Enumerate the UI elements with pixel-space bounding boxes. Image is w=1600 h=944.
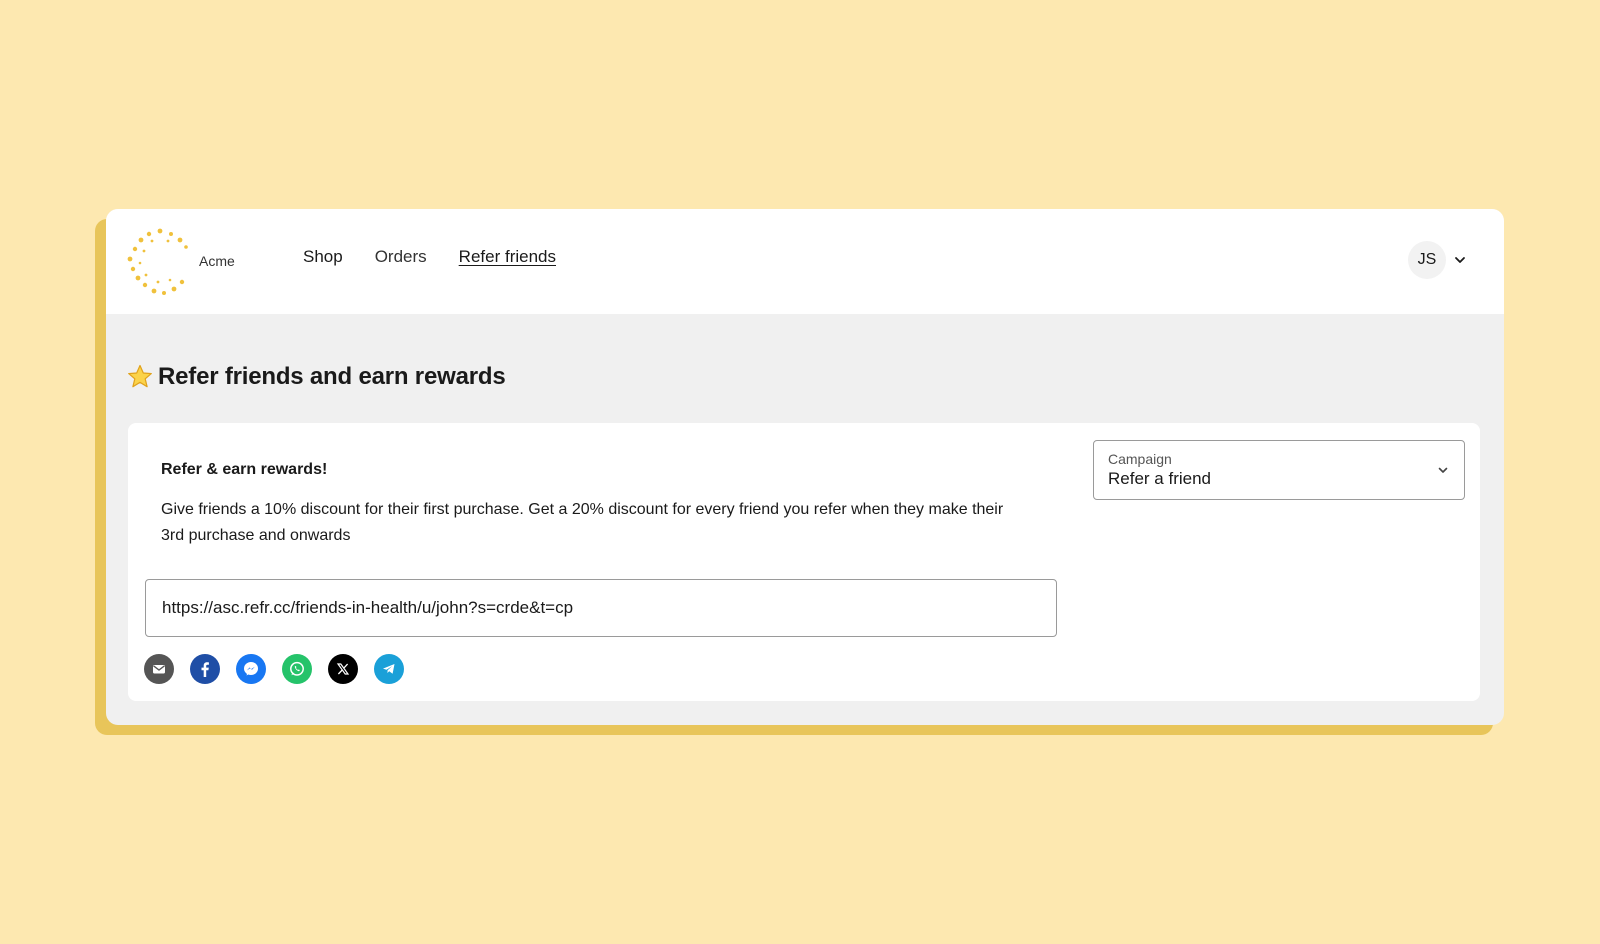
referral-card: Refer & earn rewards! Give friends a 10%… (128, 423, 1480, 701)
chevron-down-icon[interactable] (1452, 252, 1468, 268)
page-title: Refer friends and earn rewards (158, 363, 506, 391)
facebook-icon[interactable] (190, 654, 220, 684)
x-icon[interactable] (328, 654, 358, 684)
share-buttons (144, 654, 404, 684)
nav-link-orders[interactable]: Orders (375, 247, 427, 267)
brand-logo[interactable]: Acme (124, 225, 254, 299)
sunburst-logo-icon (127, 228, 188, 295)
app-window: Acme Shop Orders Refer friends JS Refer … (106, 209, 1504, 725)
top-navbar: Acme Shop Orders Refer friends JS (106, 209, 1504, 314)
email-icon[interactable] (144, 654, 174, 684)
campaign-selected-value: Refer a friend (1108, 469, 1211, 488)
user-menu[interactable]: JS (1408, 241, 1468, 279)
telegram-icon[interactable] (374, 654, 404, 684)
star-icon (128, 364, 152, 388)
page-heading: Refer friends and earn rewards (126, 347, 506, 407)
campaign-select[interactable]: Campaign Refer a friend (1093, 440, 1465, 500)
nav-link-refer-friends[interactable]: Refer friends (459, 247, 556, 267)
card-description: Give friends a 10% discount for their fi… (161, 501, 1004, 544)
messenger-icon[interactable] (236, 654, 266, 684)
nav-link-shop[interactable]: Shop (303, 247, 343, 267)
referral-url-input[interactable] (145, 579, 1057, 637)
card-heading: Refer & earn rewards! (161, 461, 328, 478)
main-nav: Shop Orders Refer friends (303, 247, 588, 267)
avatar[interactable]: JS (1408, 241, 1446, 279)
brand-name: Acme (199, 253, 235, 269)
whatsapp-icon[interactable] (282, 654, 312, 684)
chevron-down-icon[interactable] (1436, 463, 1450, 482)
campaign-label: Campaign (1108, 451, 1172, 467)
